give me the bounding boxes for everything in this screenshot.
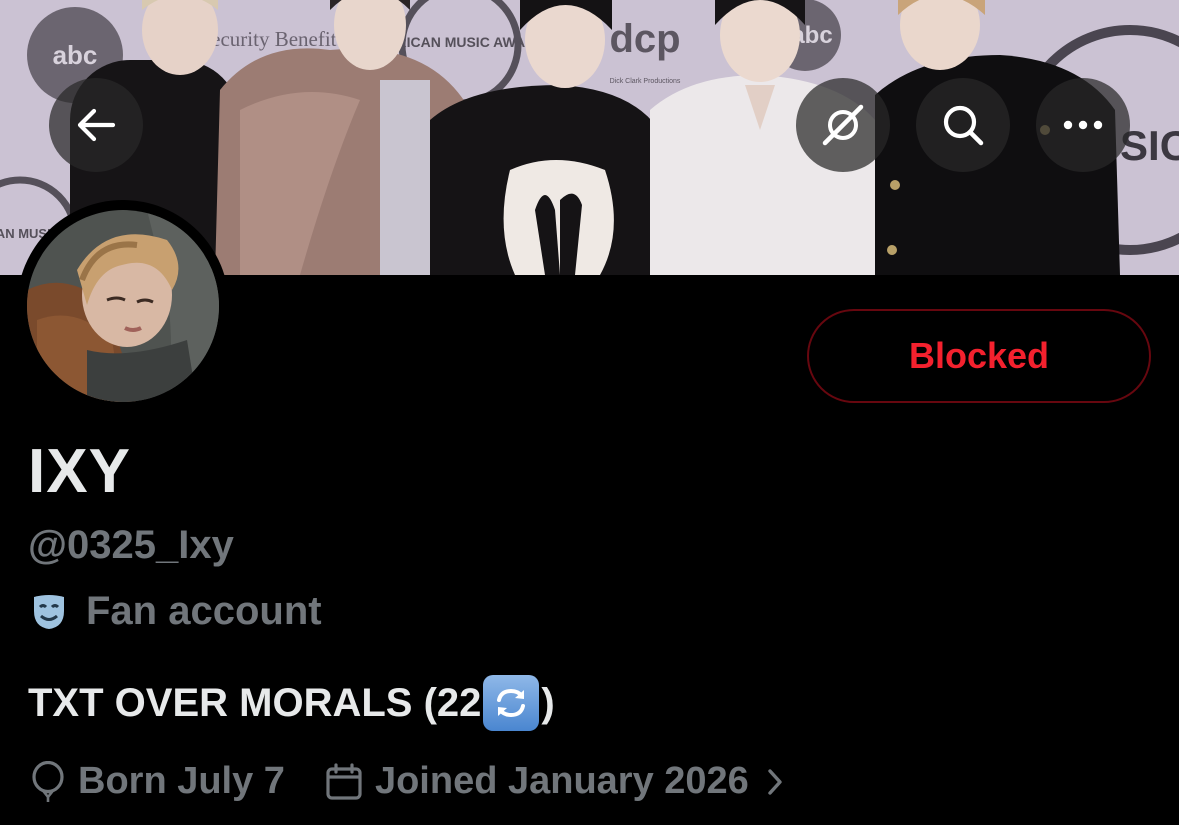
- display-name: IXY: [28, 437, 131, 506]
- joined-text: Joined January 2026: [374, 760, 749, 802]
- calendar-icon: [326, 762, 362, 800]
- search-icon: [943, 105, 984, 146]
- more-horizontal-icon: [1063, 120, 1103, 130]
- avatar[interactable]: [27, 210, 219, 402]
- more-button[interactable]: [1036, 78, 1130, 172]
- profile-meta: Born July 7 Joined January 2026: [30, 760, 783, 803]
- bio-close-paren: ): [541, 680, 555, 725]
- blocked-button[interactable]: Blocked: [807, 309, 1151, 403]
- user-handle: @0325_Ixy: [28, 523, 234, 567]
- birthday-item: Born July 7: [30, 760, 285, 803]
- back-button[interactable]: [49, 78, 143, 172]
- profile-bio: TXT OVER MORALS (22 ): [28, 675, 555, 731]
- search-button[interactable]: [916, 78, 1010, 172]
- banner-sign-dick-clark: Dick Clark Productions: [610, 78, 681, 85]
- birthday-text: Born July 7: [78, 760, 285, 802]
- account-label-text: Fan account: [86, 589, 322, 633]
- joined-item: Joined January 2026: [325, 760, 749, 803]
- bio-text: TXT OVER MORALS (22: [28, 680, 482, 725]
- grok-button[interactable]: [796, 78, 890, 172]
- grok-icon: [822, 104, 864, 146]
- banner-sign-security: Security Benefit: [199, 27, 336, 51]
- repeat-emoji-icon: [483, 675, 540, 731]
- theater-masks-icon: [34, 594, 64, 629]
- arrow-left-icon: [77, 108, 116, 142]
- avatar-photo: [27, 210, 219, 402]
- joined-details-button[interactable]: [767, 768, 783, 796]
- banner-sign-dcp: dcp: [609, 17, 680, 61]
- avatar-frame[interactable]: [17, 200, 229, 412]
- banner-sign-abc: abc: [53, 40, 98, 70]
- account-label[interactable]: Fan account: [30, 589, 322, 634]
- chevron-right-icon: [768, 768, 782, 795]
- balloon-icon: [32, 760, 64, 802]
